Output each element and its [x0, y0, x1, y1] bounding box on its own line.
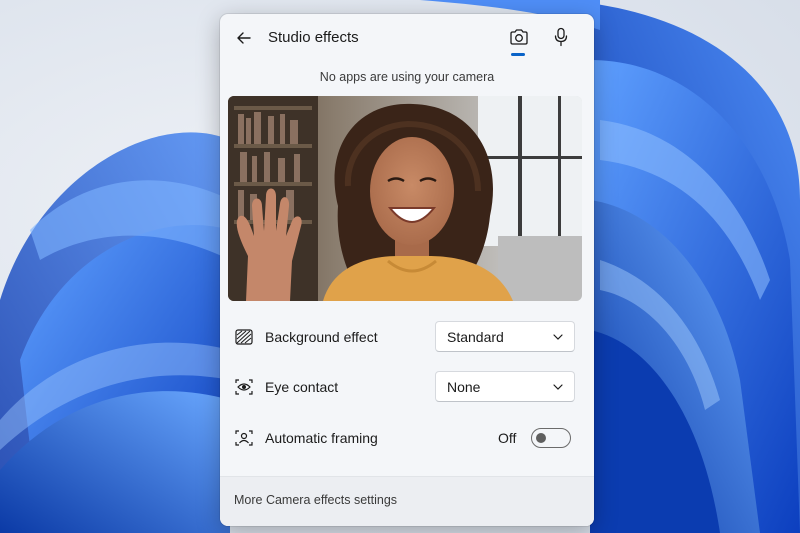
eye-contact-row: Eye contact None	[220, 369, 594, 405]
studio-effects-flyout: Studio effects No apps are using your ca…	[220, 14, 594, 526]
tab-microphone[interactable]	[548, 24, 574, 50]
eye-contact-dropdown[interactable]: None	[435, 371, 575, 402]
camera-icon	[510, 29, 528, 45]
eye-contact-value: None	[447, 379, 481, 395]
background-effect-value: Standard	[447, 329, 504, 345]
automatic-framing-toggle[interactable]	[531, 428, 571, 448]
eye-contact-icon	[235, 379, 253, 395]
flyout-header: Studio effects	[220, 14, 594, 64]
background-effect-row: Background effect Standard	[220, 319, 594, 355]
chevron-down-icon	[553, 384, 563, 390]
arrow-left-icon	[237, 32, 251, 44]
chevron-down-icon	[553, 334, 563, 340]
back-button[interactable]	[232, 26, 256, 50]
camera-status-text: No apps are using your camera	[319, 70, 495, 84]
eye-contact-label: Eye contact	[265, 379, 339, 395]
tab-selected-indicator	[511, 53, 525, 56]
automatic-framing-row: Automatic framing Off	[220, 420, 594, 456]
tab-camera[interactable]	[506, 24, 532, 50]
automatic-framing-state: Off	[498, 430, 517, 446]
background-blur-icon	[235, 329, 253, 345]
more-camera-effects-link[interactable]: More Camera effects settings	[234, 493, 397, 507]
framing-icon	[235, 430, 253, 446]
camera-preview	[228, 96, 582, 301]
flyout-footer: More Camera effects settings	[220, 476, 594, 526]
background-effect-label: Background effect	[265, 329, 378, 345]
automatic-framing-label: Automatic framing	[265, 430, 378, 446]
page-title: Studio effects	[268, 29, 359, 46]
camera-preview-image	[228, 96, 582, 301]
microphone-icon	[554, 27, 568, 47]
background-effect-dropdown[interactable]: Standard	[435, 321, 575, 352]
toggle-knob	[536, 433, 546, 443]
